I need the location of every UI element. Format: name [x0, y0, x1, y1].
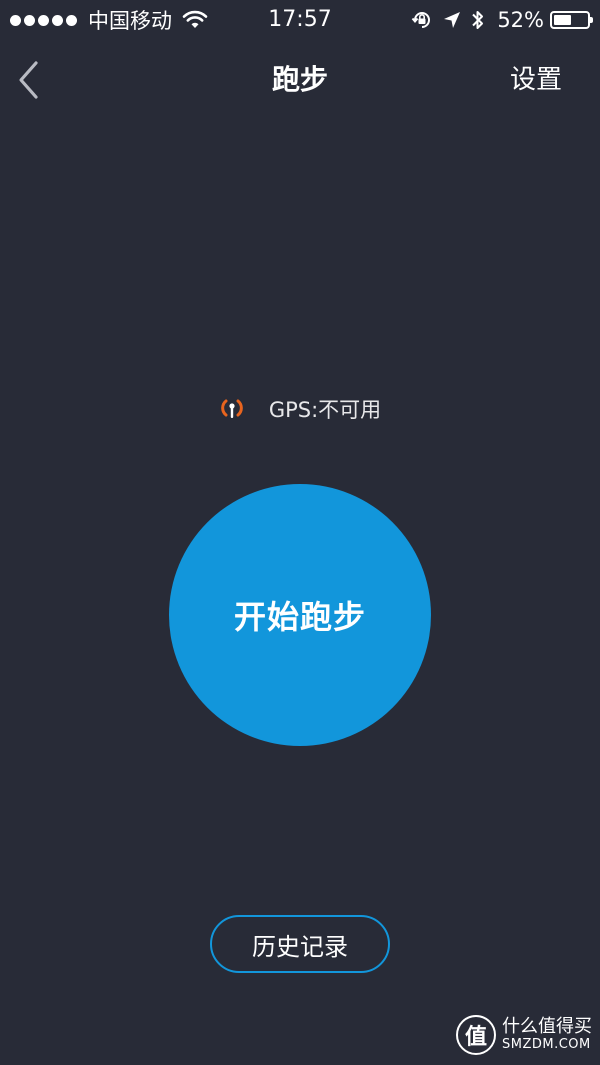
history-records-button[interactable]: 历史记录	[210, 915, 390, 973]
settings-button[interactable]: 设置	[510, 62, 562, 98]
smzdm-logo: 值	[456, 1015, 496, 1055]
start-running-button[interactable]: 开始跑步	[169, 484, 431, 746]
gps-status: GPS:不可用	[0, 394, 600, 424]
battery-icon	[550, 11, 593, 29]
running-screen: 中国移动 17:57 52% 跑步 设置 GPS:不可用 开始跑步 历史记录 值…	[0, 0, 600, 1065]
status-bar: 中国移动 17:57 52%	[0, 0, 600, 40]
watermark-name: 什么值得买	[502, 1016, 592, 1038]
watermark-text: 什么值得买 SMZDM.COM	[502, 1016, 592, 1053]
gps-signal-icon	[221, 399, 243, 418]
location-arrow-icon	[444, 12, 461, 28]
battery-percent: 52%	[497, 8, 544, 32]
gps-status-text: GPS:不可用	[268, 398, 382, 422]
smzdm-watermark: 值 什么值得买 SMZDM.COM	[456, 1015, 592, 1055]
bluetooth-icon	[472, 11, 484, 29]
battery-fill	[554, 15, 571, 25]
watermark-domain: SMZDM.COM	[502, 1036, 591, 1052]
status-bar-right: 52%	[401, 6, 593, 34]
navigation-bar: 跑步 设置	[0, 40, 600, 120]
rotation-lock-icon	[412, 12, 431, 28]
